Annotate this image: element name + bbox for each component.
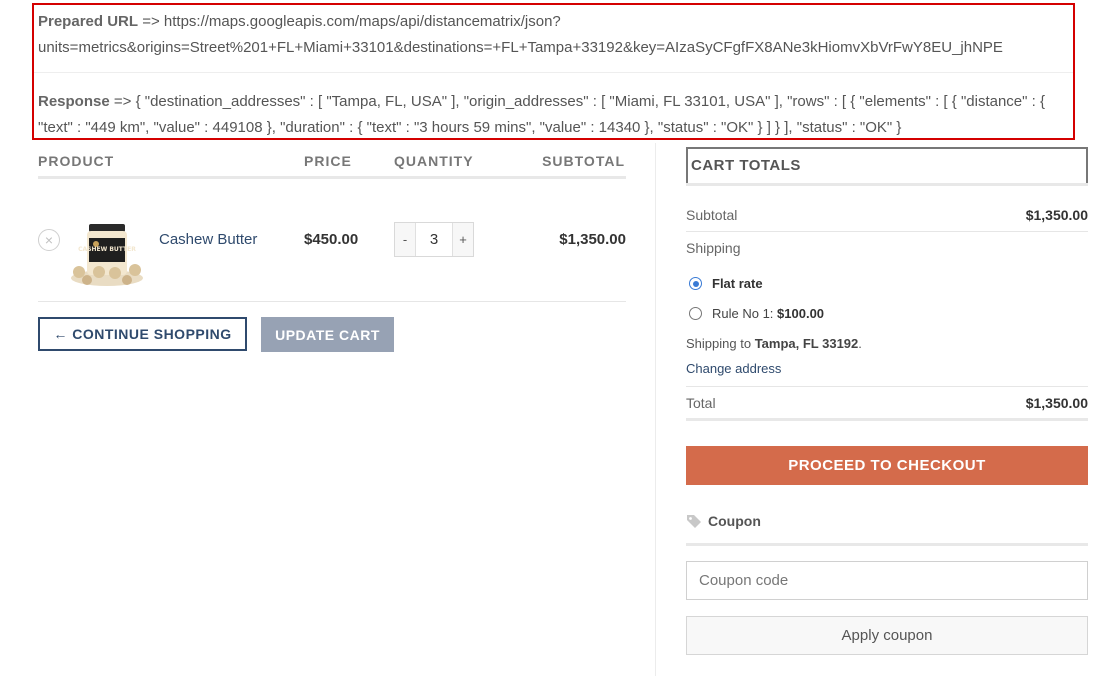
prepared-url-section: Prepared URL => https://maps.googleapis.… [38, 9, 1065, 61]
column-divider [655, 143, 656, 676]
response-text-1: { "destination_addresses" : [ "Tampa, FL… [135, 93, 1045, 110]
coupon-divider [686, 543, 1088, 546]
total-label: Total [686, 395, 716, 411]
shipping-label: Shipping [686, 240, 741, 256]
prepared-url-line-1: Prepared URL => https://maps.googleapis.… [38, 9, 1065, 35]
quantity-input[interactable]: 3 [415, 223, 453, 256]
coupon-title-text: Coupon [708, 513, 761, 529]
header-subtotal: SUBTOTAL [542, 153, 625, 169]
quantity-stepper[interactable]: - 3 + [394, 222, 474, 257]
total-divider [686, 418, 1088, 421]
coupon-title: Coupon [686, 513, 761, 529]
arrow: => [142, 13, 160, 30]
debug-divider [34, 72, 1073, 73]
continue-shopping-button[interactable]: ← CONTINUE SHOPPING [38, 317, 247, 351]
response-section: Response => { "destination_addresses" : … [38, 89, 1065, 141]
response-line-1: Response => { "destination_addresses" : … [38, 89, 1065, 115]
shipping-destination: Shipping to Tampa, FL 33192. [686, 336, 862, 351]
jar-label-text: CASHEW BUTTER [78, 246, 136, 253]
total-value: $1,350.00 [1025, 395, 1088, 411]
update-cart-button[interactable]: UPDATE CART [261, 317, 394, 352]
remove-item-button[interactable]: × [38, 229, 60, 251]
debug-output-box: Prepared URL => https://maps.googleapis.… [32, 3, 1075, 140]
flat-rate-radio[interactable] [689, 277, 702, 290]
arrow: => [113, 93, 132, 110]
close-icon: × [44, 232, 54, 248]
subtotal-divider [686, 231, 1088, 232]
header-quantity: QUANTITY [394, 153, 474, 169]
table-row-divider [38, 301, 626, 302]
response-label: Response [38, 93, 110, 110]
change-address-link[interactable]: Change address [686, 361, 781, 376]
apply-coupon-button[interactable]: Apply coupon [686, 616, 1088, 655]
header-price: PRICE [304, 153, 352, 169]
proceed-to-checkout-button[interactable]: PROCEED TO CHECKOUT [686, 446, 1088, 485]
subtotal-label: Subtotal [686, 207, 738, 223]
subtotal-value: $1,350.00 [1025, 207, 1088, 223]
tag-icon [687, 515, 701, 528]
response-text-2: "text" : "449 km", "value" : 449108 }, "… [38, 119, 902, 136]
product-price: $450.00 [304, 231, 359, 248]
header-product: PRODUCT [38, 153, 115, 169]
prepared-url-label: Prepared URL [38, 13, 139, 30]
quantity-decrease-button[interactable]: - [395, 223, 415, 256]
flat-rate-label[interactable]: Flat rate [712, 276, 763, 291]
shipping-divider [686, 386, 1088, 387]
product-name-link[interactable]: Cashew Butter [159, 231, 257, 248]
product-subtotal: $1,350.00 [559, 231, 626, 248]
prepared-url-text-2: units=metrics&origins=Street%201+FL+Miam… [38, 39, 1003, 56]
table-header-divider [38, 176, 626, 179]
cart-totals-divider [686, 183, 1088, 186]
cashew-jar-image: CASHEW BUTTER [71, 224, 143, 286]
cart-totals-title: CART TOTALS [686, 147, 1088, 183]
product-thumbnail[interactable]: CASHEW BUTTER [69, 220, 145, 286]
prepared-url-text-1: https://maps.googleapis.com/maps/api/dis… [163, 13, 561, 30]
rule-no-1-label[interactable]: Rule No 1: $100.00 [712, 306, 824, 321]
coupon-code-input[interactable] [686, 561, 1088, 600]
quantity-increase-button[interactable]: + [453, 223, 473, 256]
rule-no-1-radio[interactable] [689, 307, 702, 320]
